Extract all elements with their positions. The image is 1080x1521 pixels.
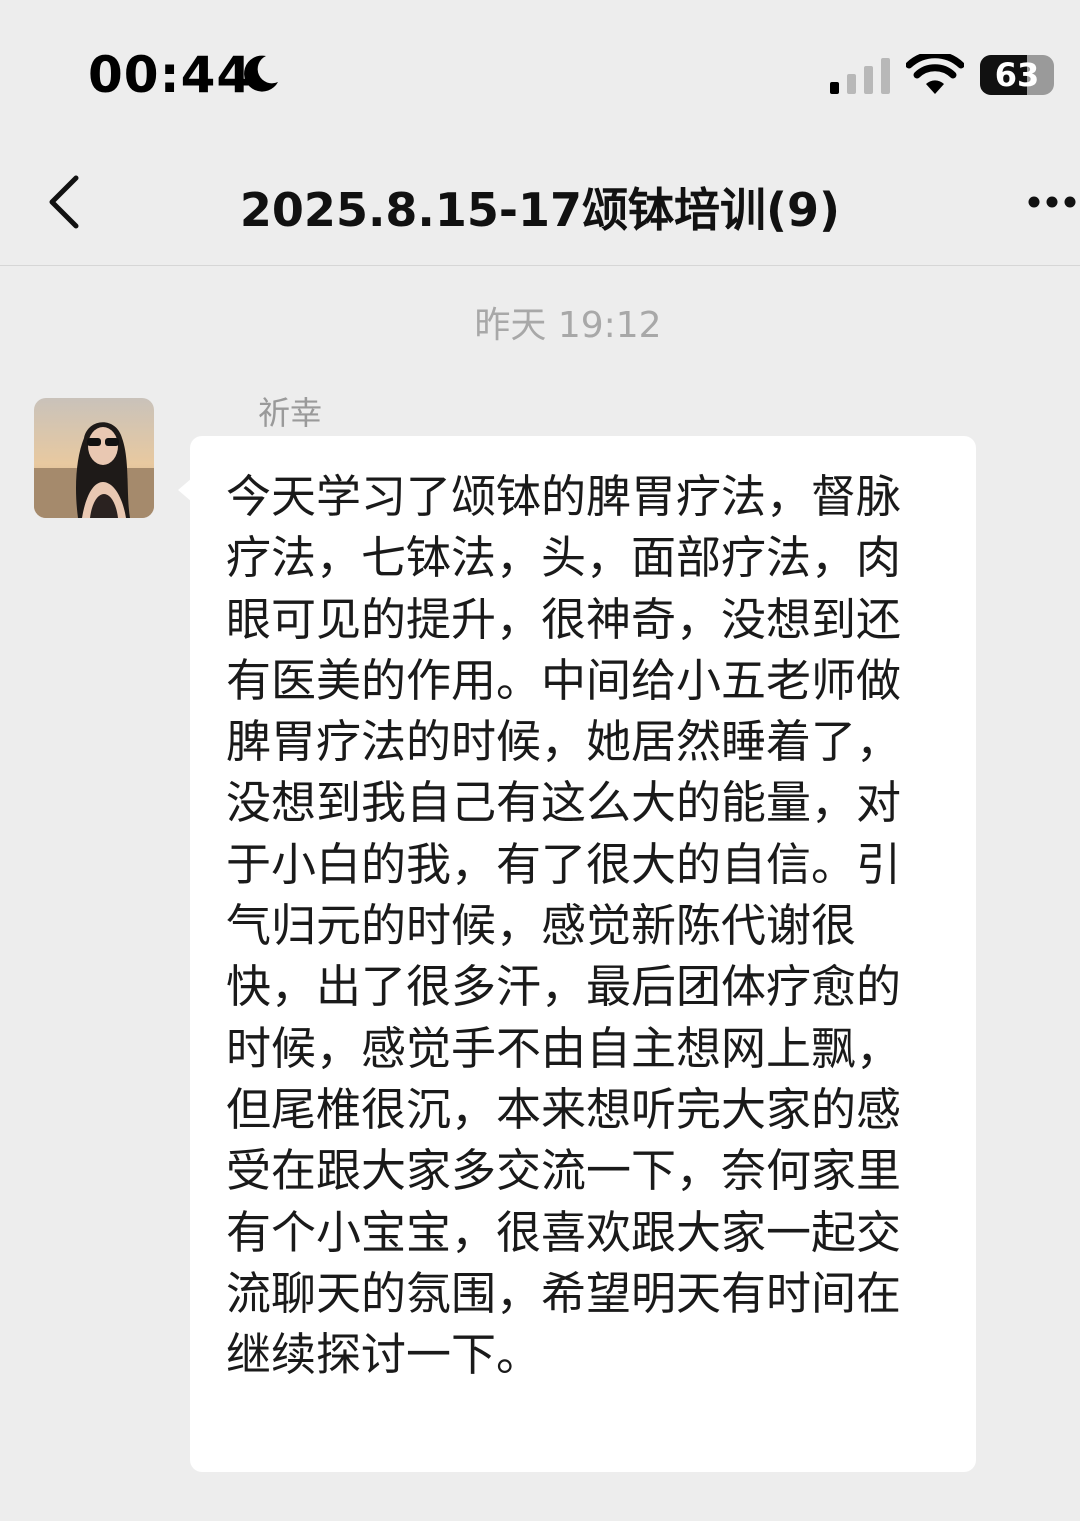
sender-name: 祈幸 [258, 394, 323, 432]
sender-avatar[interactable] [34, 398, 154, 518]
chevron-left-icon [49, 175, 79, 229]
more-dots-icon [1028, 196, 1076, 208]
status-bar: 00:44 63 [0, 0, 1080, 150]
battery-indicator: 63 [980, 55, 1054, 95]
moon-icon [244, 55, 278, 92]
chat-header: 2025.8.15-17颂钵培训(9) [0, 150, 1080, 266]
status-time: 00:44 [88, 46, 253, 104]
message-text: 今天学习了颂钵的脾胃疗法，督脉疗法，七钵法，头，面部疗法，肉眼可见的提升，很神奇… [226, 470, 902, 1382]
cellular-signal-icon [830, 58, 890, 94]
battery-level: 63 [994, 56, 1040, 94]
message-bubble[interactable]: 今天学习了颂钵的脾胃疗法，督脉疗法，七钵法，头，面部疗法，肉眼可见的提升，很神奇… [190, 436, 976, 1472]
chat-title: 2025.8.15-17颂钵培训(9) [239, 183, 841, 237]
back-button[interactable] [36, 170, 96, 234]
more-button[interactable] [1022, 184, 1080, 220]
wifi-icon [906, 54, 964, 94]
message-timestamp: 昨天 19:12 [474, 305, 662, 346]
